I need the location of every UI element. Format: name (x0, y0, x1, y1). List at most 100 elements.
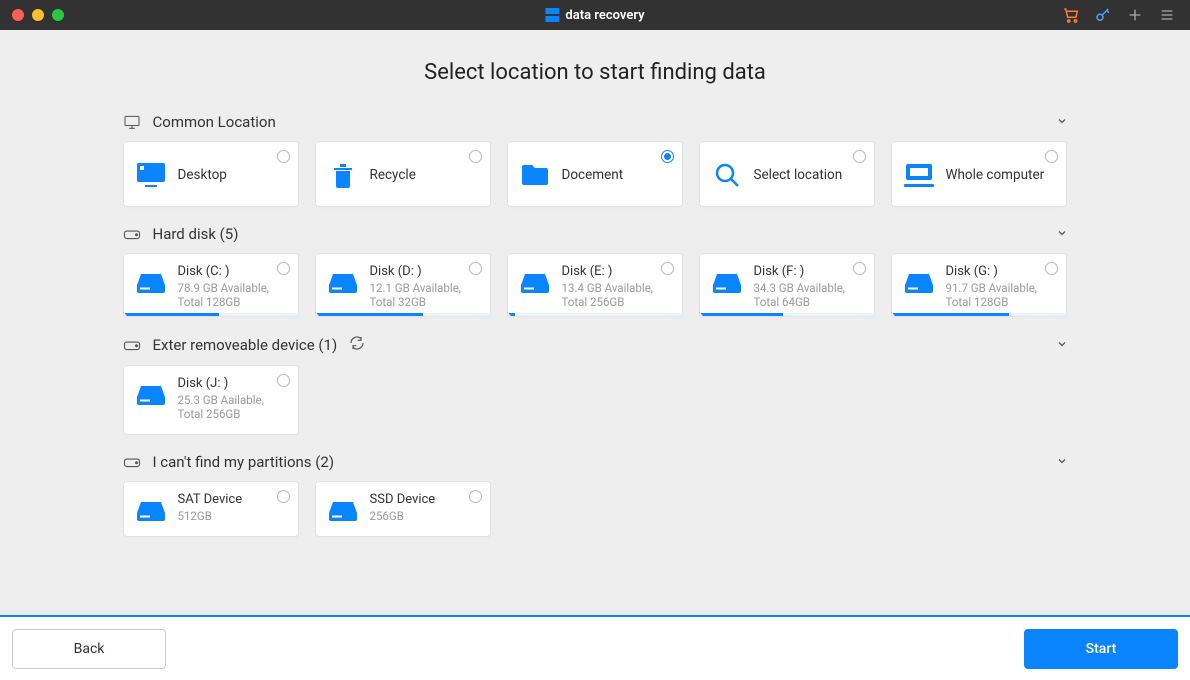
drive-icon (328, 268, 358, 298)
radio-disk-c[interactable] (277, 262, 290, 275)
harddisk-cards: Disk (C: ) 78.9 GB Available, Total 128G… (123, 253, 1068, 317)
drive-icon (136, 380, 166, 410)
disk-c-title: Disk (C: ) (178, 264, 286, 279)
card-sat-device[interactable]: SAT Device 512GB (123, 481, 299, 537)
disk-g-progress (893, 313, 1065, 316)
card-disk-e[interactable]: Disk (E: ) 13.4 GB Available, Total 256G… (507, 253, 683, 317)
card-disk-c[interactable]: Disk (C: ) 78.9 GB Available, Total 128G… (123, 253, 299, 317)
external-cards: Disk (J: ) 25.3 GB Aailable, Total 256GB (123, 365, 1068, 435)
radio-ssd[interactable] (469, 490, 482, 503)
radio-document[interactable] (661, 150, 674, 163)
window-controls (12, 9, 64, 21)
page-heading: Select location to start finding data (0, 60, 1190, 85)
cart-icon[interactable] (1062, 6, 1080, 24)
radio-recycle[interactable] (469, 150, 482, 163)
harddisk-icon (123, 338, 141, 352)
app-title-text: data recovery (565, 8, 644, 23)
ssd-title: SSD Device (370, 492, 436, 507)
label-document: Docement (562, 167, 624, 183)
common-location-cards: Desktop Recycle Docement (123, 141, 1068, 207)
disk-c-progress (125, 313, 297, 316)
disk-d-progress (317, 313, 489, 316)
desktop-icon (136, 160, 166, 190)
disk-f-sub: 34.3 GB Available, Total 64GB (754, 281, 862, 310)
app-logo-icon (545, 8, 559, 22)
radio-disk-d[interactable] (469, 262, 482, 275)
key-icon[interactable] (1094, 6, 1112, 24)
card-ssd-device[interactable]: SSD Device 256GB (315, 481, 491, 537)
disk-g-sub: 91.7 GB Available, Total 128GB (946, 281, 1054, 310)
disk-f-progress (701, 313, 873, 316)
label-whole-computer: Whole computer (946, 167, 1045, 183)
section-title-partitions: I can't find my partitions (2) (153, 453, 335, 471)
radio-disk-e[interactable] (661, 262, 674, 275)
section-title-common: Common Location (153, 113, 276, 131)
start-button[interactable]: Start (1024, 629, 1178, 669)
radio-whole-computer[interactable] (1045, 150, 1058, 163)
radio-disk-f[interactable] (853, 262, 866, 275)
radio-desktop[interactable] (277, 150, 290, 163)
radio-disk-j[interactable] (277, 374, 290, 387)
drive-icon (520, 268, 550, 298)
refresh-icon[interactable] (349, 335, 365, 355)
radio-sat[interactable] (277, 490, 290, 503)
card-disk-j[interactable]: Disk (J: ) 25.3 GB Aailable, Total 256GB (123, 365, 299, 435)
disk-j-title: Disk (J: ) (178, 376, 286, 391)
card-disk-d[interactable]: Disk (D: ) 12.1 GB Available, Total 32GB (315, 253, 491, 317)
chevron-down-icon (1056, 336, 1068, 354)
sat-sub: 512GB (178, 509, 243, 523)
harddisk-icon (123, 455, 141, 469)
section-title-external: Exter removeable device (1) (153, 336, 338, 354)
section-header-common[interactable]: Common Location (123, 113, 1068, 131)
monitor-icon (123, 115, 141, 129)
app-title: data recovery (545, 8, 644, 23)
harddisk-icon (123, 227, 141, 241)
disk-e-sub: 13.4 GB Available, Total 256GB (562, 281, 670, 310)
sat-title: SAT Device (178, 492, 243, 507)
label-desktop: Desktop (178, 167, 227, 183)
section-header-harddisk[interactable]: Hard disk (5) (123, 225, 1068, 243)
computer-icon (904, 160, 934, 190)
card-desktop[interactable]: Desktop (123, 141, 299, 207)
search-icon (712, 160, 742, 190)
chevron-down-icon (1056, 225, 1068, 243)
footer-bar: Back Start (0, 615, 1190, 680)
disk-f-title: Disk (F: ) (754, 264, 862, 279)
drive-icon (904, 268, 934, 298)
card-whole-computer[interactable]: Whole computer (891, 141, 1067, 207)
disk-d-sub: 12.1 GB Available, Total 32GB (370, 281, 478, 310)
radio-disk-g[interactable] (1045, 262, 1058, 275)
label-select-location: Select location (754, 167, 843, 183)
plus-icon[interactable] (1126, 6, 1144, 24)
disk-e-title: Disk (E: ) (562, 264, 670, 279)
section-header-external[interactable]: Exter removeable device (1) (123, 335, 1068, 355)
card-select-location[interactable]: Select location (699, 141, 875, 207)
drive-icon (136, 496, 166, 526)
content-area: Common Location Desktop Recycle (123, 113, 1068, 537)
chevron-down-icon (1056, 113, 1068, 131)
disk-j-sub: 25.3 GB Aailable, Total 256GB (178, 393, 286, 422)
card-disk-f[interactable]: Disk (F: ) 34.3 GB Available, Total 64GB (699, 253, 875, 317)
maximize-window-button[interactable] (52, 9, 64, 21)
minimize-window-button[interactable] (32, 9, 44, 21)
back-button[interactable]: Back (12, 629, 166, 669)
card-disk-g[interactable]: Disk (G: ) 91.7 GB Available, Total 128G… (891, 253, 1067, 317)
label-recycle: Recycle (370, 167, 416, 183)
card-recycle[interactable]: Recycle (315, 141, 491, 207)
disk-e-progress (509, 313, 681, 316)
trash-icon (328, 160, 358, 190)
main-content: Select location to start finding data Co… (0, 30, 1190, 615)
section-title-harddisk: Hard disk (5) (153, 225, 239, 243)
radio-select-location[interactable] (853, 150, 866, 163)
disk-c-sub: 78.9 GB Available, Total 128GB (178, 281, 286, 310)
disk-g-title: Disk (G: ) (946, 264, 1054, 279)
titlebar-actions (1062, 6, 1176, 24)
menu-icon[interactable] (1158, 6, 1176, 24)
section-header-partitions[interactable]: I can't find my partitions (2) (123, 453, 1068, 471)
partition-cards: SAT Device 512GB SSD Device 256GB (123, 481, 1068, 537)
card-document[interactable]: Docement (507, 141, 683, 207)
ssd-sub: 256GB (370, 509, 436, 523)
chevron-down-icon (1056, 453, 1068, 471)
drive-icon (136, 268, 166, 298)
close-window-button[interactable] (12, 9, 24, 21)
